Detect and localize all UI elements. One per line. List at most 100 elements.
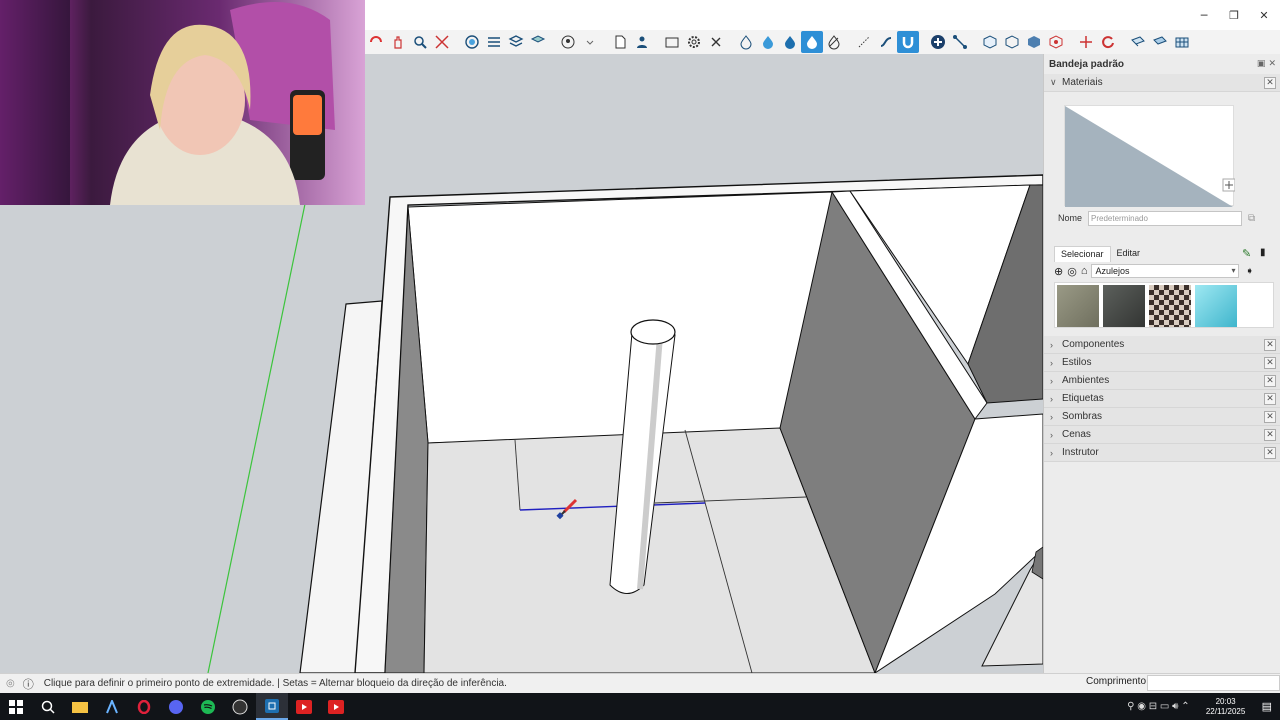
terrain-icon[interactable]	[1149, 31, 1171, 53]
swatch-dark-tile[interactable]	[1103, 285, 1145, 327]
user-icon[interactable]	[557, 31, 579, 53]
close-icon[interactable]: ✕	[1264, 411, 1276, 423]
axes-icon[interactable]	[1075, 31, 1097, 53]
chevron-down-icon[interactable]	[579, 31, 601, 53]
minimize-button[interactable]: ─	[1189, 0, 1219, 30]
drape-icon[interactable]	[757, 31, 779, 53]
close-icon[interactable]: ✕	[1264, 339, 1276, 351]
mesh-icon[interactable]	[1171, 31, 1193, 53]
panel-label: Ambientes	[1062, 375, 1110, 386]
close-x-icon[interactable]	[705, 31, 727, 53]
sandbox-icon[interactable]	[735, 31, 757, 53]
file-explorer-icon[interactable]	[64, 693, 96, 720]
material-preview	[1064, 105, 1236, 207]
home-icon[interactable]: ⌂	[1081, 265, 1088, 277]
close-icon[interactable]: ✕	[1264, 429, 1276, 441]
orbit-icon[interactable]	[365, 31, 387, 53]
measure-icon[interactable]	[853, 31, 875, 53]
close-icon[interactable]: ✕	[1264, 447, 1276, 459]
panel-materials-header[interactable]: ∨ Materiais ✕	[1044, 74, 1280, 92]
opera-icon[interactable]	[128, 693, 160, 720]
details-icon[interactable]: ➧	[1245, 266, 1253, 277]
forward-icon[interactable]: ◎	[1067, 265, 1077, 278]
new-file-icon[interactable]	[609, 31, 631, 53]
swatch-checker[interactable]	[1149, 285, 1191, 327]
rectangle-icon[interactable]	[661, 31, 683, 53]
close-icon[interactable]: ✕	[1264, 357, 1276, 369]
close-icon[interactable]: ✕	[1264, 77, 1276, 89]
xray-icon[interactable]	[461, 31, 483, 53]
pin-icon[interactable]: ▣ ✕	[1257, 59, 1276, 69]
chevron-down-icon: ∨	[1050, 77, 1057, 87]
close-button[interactable]: ✕	[1249, 0, 1279, 30]
material-name-field[interactable]: Predeterminado	[1088, 210, 1242, 226]
panel-scenes[interactable]: › Cenas ✕	[1044, 426, 1280, 444]
hidden-line-icon[interactable]	[527, 31, 549, 53]
cube-icon[interactable]	[1001, 31, 1023, 53]
library-select[interactable]: Azulejos ▾	[1091, 264, 1240, 278]
zoom-extents-icon[interactable]	[431, 31, 453, 53]
material-swatches	[1054, 282, 1274, 328]
panel-tags[interactable]: › Etiquetas ✕	[1044, 390, 1280, 408]
app-red-icon[interactable]	[288, 693, 320, 720]
spotify-icon[interactable]	[192, 693, 224, 720]
app-a-icon[interactable]	[96, 693, 128, 720]
bucket-icon[interactable]: ▮	[1260, 247, 1266, 258]
panel-environments[interactable]: › Ambientes ✕	[1044, 372, 1280, 390]
panel-components[interactable]: › Componentes ✕	[1044, 336, 1280, 354]
name-label: Nome	[1058, 213, 1083, 223]
swatch-stone[interactable]	[1057, 285, 1099, 327]
panel-instructor[interactable]: › Instrutor ✕	[1044, 444, 1280, 462]
library-row: ⊕ ◎ ⌂ Azulejos ▾ ➧	[1054, 263, 1276, 279]
create-material-icon[interactable]: ⧉	[1248, 213, 1255, 224]
tray-apps-icon[interactable]: ⚲ ◉ ⊟ ▭ 🔊︎ ⌃	[1127, 701, 1189, 712]
start-icon[interactable]	[0, 693, 32, 720]
follow-me-icon[interactable]	[875, 31, 897, 53]
notification-icon[interactable]: ▤	[1262, 700, 1272, 713]
tab-select[interactable]: Selecionar	[1054, 246, 1111, 262]
panel-label: Componentes	[1062, 339, 1125, 350]
discord-icon[interactable]	[160, 693, 192, 720]
zoom-icon[interactable]	[409, 31, 431, 53]
person-icon[interactable]	[631, 31, 653, 53]
line-icon[interactable]	[949, 31, 971, 53]
search-icon[interactable]	[32, 693, 64, 720]
tab-edit[interactable]: Editar	[1111, 246, 1147, 262]
default-tray: Bandeja padrão ▣ ✕ ∨ Materiais ✕ Nome Pr…	[1043, 54, 1280, 673]
pan-icon[interactable]	[387, 31, 409, 53]
chevron-right-icon: ›	[1050, 393, 1053, 404]
magnet-icon[interactable]	[897, 31, 919, 53]
panel-shadows[interactable]: › Sombras ✕	[1044, 408, 1280, 426]
main-toolbar	[365, 30, 1280, 54]
measurements-input[interactable]	[1147, 675, 1280, 691]
collapsed-panels: › Componentes ✕ › Estilos ✕ › Ambientes ✕ › Eti…	[1044, 336, 1280, 462]
geo-icon[interactable]: ◎	[6, 678, 15, 689]
app-red-2-icon[interactable]	[320, 693, 352, 720]
grid-icon[interactable]	[1127, 31, 1149, 53]
back-icon[interactable]: ⊕	[1054, 265, 1063, 278]
back-edges-icon[interactable]	[483, 31, 505, 53]
close-icon[interactable]: ✕	[1264, 375, 1276, 387]
rotate-icon[interactable]	[1097, 31, 1119, 53]
eraser-icon[interactable]	[823, 31, 845, 53]
clock[interactable]: 20:03 22/11/2025	[1198, 697, 1254, 717]
target-icon[interactable]	[1045, 31, 1067, 53]
panel-styles[interactable]: › Estilos ✕	[1044, 354, 1280, 372]
maximize-button[interactable]: ❐	[1219, 0, 1249, 30]
settings-icon[interactable]	[683, 31, 705, 53]
wireframe-icon[interactable]	[505, 31, 527, 53]
paint-bucket-icon[interactable]	[801, 31, 823, 53]
info-icon[interactable]: ⓘ	[23, 676, 34, 692]
add-icon[interactable]	[927, 31, 949, 53]
stamp-icon[interactable]	[779, 31, 801, 53]
chevron-right-icon: ›	[1050, 357, 1053, 368]
swatch-cyan-tile[interactable]	[1195, 285, 1237, 327]
panel-label: Estilos	[1062, 357, 1092, 368]
close-icon[interactable]: ✕	[1264, 393, 1276, 405]
box-icon[interactable]	[979, 31, 1001, 53]
hexagon-icon[interactable]	[1023, 31, 1045, 53]
obs-icon[interactable]	[224, 693, 256, 720]
eyedropper-icon[interactable]: ✎	[1242, 247, 1251, 260]
sketchup-icon[interactable]	[256, 693, 288, 720]
webcam-overlay	[0, 0, 365, 205]
